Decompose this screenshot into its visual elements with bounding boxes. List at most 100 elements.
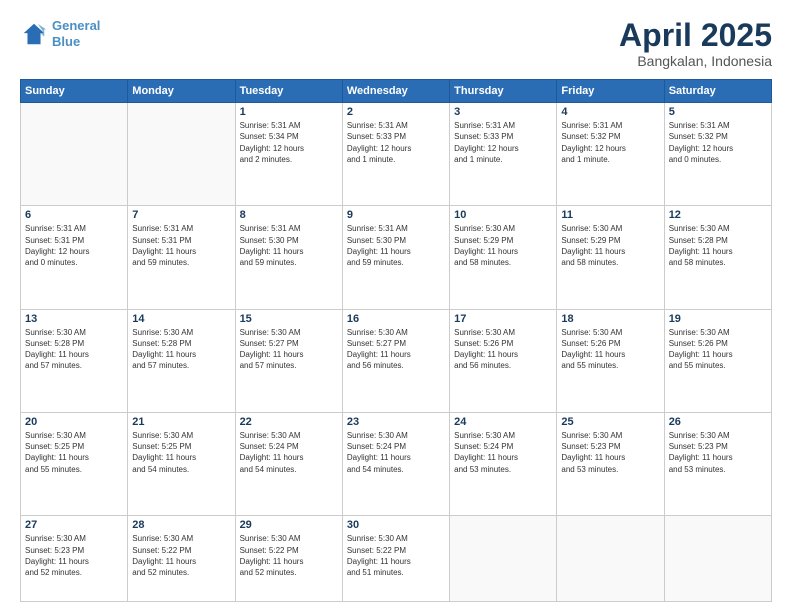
calendar-day-cell: 10 Sunrise: 5:30 AMSunset: 5:29 PMDayligh… bbox=[450, 206, 557, 309]
day-number: 9 bbox=[347, 209, 445, 221]
calendar-day-cell: 26 Sunrise: 5:30 AMSunset: 5:23 PMDayligh… bbox=[664, 413, 771, 516]
logo-blue: Blue bbox=[52, 34, 80, 49]
logo: General Blue bbox=[20, 18, 100, 49]
calendar-body: 1 Sunrise: 5:31 AMSunset: 5:34 PMDaylight… bbox=[21, 103, 772, 602]
calendar-day-cell bbox=[664, 516, 771, 602]
day-number: 4 bbox=[561, 106, 659, 118]
day-number: 24 bbox=[454, 416, 552, 428]
day-number: 26 bbox=[669, 416, 767, 428]
calendar-day-cell: 8 Sunrise: 5:31 AMSunset: 5:30 PMDaylight… bbox=[235, 206, 342, 309]
calendar-day-cell bbox=[21, 103, 128, 206]
day-number: 3 bbox=[454, 106, 552, 118]
day-info: Sunrise: 5:31 AMSunset: 5:33 PMDaylight:… bbox=[454, 120, 552, 165]
day-number: 14 bbox=[132, 313, 230, 325]
day-number: 12 bbox=[669, 209, 767, 221]
calendar-day-cell: 16 Sunrise: 5:30 AMSunset: 5:27 PMDayligh… bbox=[342, 309, 449, 412]
day-number: 19 bbox=[669, 313, 767, 325]
day-number: 17 bbox=[454, 313, 552, 325]
weekday-header-row: SundayMondayTuesdayWednesdayThursdayFrid… bbox=[21, 80, 772, 103]
day-info: Sunrise: 5:30 AMSunset: 5:24 PMDaylight:… bbox=[347, 430, 445, 475]
page: General Blue April 2025 Bangkalan, Indon… bbox=[0, 0, 792, 612]
day-info: Sunrise: 5:30 AMSunset: 5:26 PMDaylight:… bbox=[669, 327, 767, 372]
calendar-week-row: 1 Sunrise: 5:31 AMSunset: 5:34 PMDaylight… bbox=[21, 103, 772, 206]
logo-general: General bbox=[52, 18, 100, 33]
day-number: 5 bbox=[669, 106, 767, 118]
calendar-day-cell: 20 Sunrise: 5:30 AMSunset: 5:25 PMDayligh… bbox=[21, 413, 128, 516]
day-info: Sunrise: 5:31 AMSunset: 5:32 PMDaylight:… bbox=[669, 120, 767, 165]
calendar-day-cell: 5 Sunrise: 5:31 AMSunset: 5:32 PMDaylight… bbox=[664, 103, 771, 206]
day-info: Sunrise: 5:30 AMSunset: 5:25 PMDaylight:… bbox=[25, 430, 123, 475]
day-number: 8 bbox=[240, 209, 338, 221]
calendar-day-cell: 14Sunrise: 5:30 AMSunset: 5:28 PMDayligh… bbox=[128, 309, 235, 412]
calendar-day-cell: 25Sunrise: 5:30 AMSunset: 5:23 PMDayligh… bbox=[557, 413, 664, 516]
day-info: Sunrise: 5:30 AMSunset: 5:22 PMDaylight:… bbox=[132, 533, 230, 578]
calendar-day-cell: 30Sunrise: 5:30 AMSunset: 5:22 PMDayligh… bbox=[342, 516, 449, 602]
weekday-header: Wednesday bbox=[342, 80, 449, 103]
calendar-day-cell: 17 Sunrise: 5:30 AMSunset: 5:26 PMDayligh… bbox=[450, 309, 557, 412]
logo-text: General Blue bbox=[52, 18, 100, 49]
day-number: 6 bbox=[25, 209, 123, 221]
day-number: 28 bbox=[132, 519, 230, 531]
weekday-header: Saturday bbox=[664, 80, 771, 103]
calendar-day-cell bbox=[128, 103, 235, 206]
day-info: Sunrise: 5:31 AMSunset: 5:34 PMDaylight:… bbox=[240, 120, 338, 165]
calendar-week-row: 6 Sunrise: 5:31 AMSunset: 5:31 PMDaylight… bbox=[21, 206, 772, 309]
header: General Blue April 2025 Bangkalan, Indon… bbox=[20, 18, 772, 69]
title-block: April 2025 Bangkalan, Indonesia bbox=[619, 18, 772, 69]
day-info: Sunrise: 5:30 AMSunset: 5:29 PMDaylight:… bbox=[561, 223, 659, 268]
day-number: 2 bbox=[347, 106, 445, 118]
calendar-week-row: 13 Sunrise: 5:30 AMSunset: 5:28 PMDayligh… bbox=[21, 309, 772, 412]
calendar-week-row: 20 Sunrise: 5:30 AMSunset: 5:25 PMDayligh… bbox=[21, 413, 772, 516]
logo-icon bbox=[20, 20, 48, 48]
calendar-day-cell: 29Sunrise: 5:30 AMSunset: 5:22 PMDayligh… bbox=[235, 516, 342, 602]
day-number: 15 bbox=[240, 313, 338, 325]
day-info: Sunrise: 5:31 AMSunset: 5:31 PMDaylight:… bbox=[132, 223, 230, 268]
calendar-day-cell: 4Sunrise: 5:31 AMSunset: 5:32 PMDaylight… bbox=[557, 103, 664, 206]
day-info: Sunrise: 5:30 AMSunset: 5:23 PMDaylight:… bbox=[25, 533, 123, 578]
calendar-day-cell: 13 Sunrise: 5:30 AMSunset: 5:28 PMDayligh… bbox=[21, 309, 128, 412]
calendar-day-cell: 19 Sunrise: 5:30 AMSunset: 5:26 PMDayligh… bbox=[664, 309, 771, 412]
calendar-day-cell: 3 Sunrise: 5:31 AMSunset: 5:33 PMDaylight… bbox=[450, 103, 557, 206]
day-number: 11 bbox=[561, 209, 659, 221]
day-info: Sunrise: 5:30 AMSunset: 5:28 PMDaylight:… bbox=[669, 223, 767, 268]
calendar-day-cell: 21Sunrise: 5:30 AMSunset: 5:25 PMDayligh… bbox=[128, 413, 235, 516]
calendar-day-cell: 1 Sunrise: 5:31 AMSunset: 5:34 PMDaylight… bbox=[235, 103, 342, 206]
month-title: April 2025 bbox=[619, 18, 772, 53]
day-info: Sunrise: 5:30 AMSunset: 5:29 PMDaylight:… bbox=[454, 223, 552, 268]
day-number: 21 bbox=[132, 416, 230, 428]
calendar-day-cell: 27 Sunrise: 5:30 AMSunset: 5:23 PMDayligh… bbox=[21, 516, 128, 602]
day-info: Sunrise: 5:31 AMSunset: 5:33 PMDaylight:… bbox=[347, 120, 445, 165]
day-number: 16 bbox=[347, 313, 445, 325]
calendar-day-cell: 22Sunrise: 5:30 AMSunset: 5:24 PMDayligh… bbox=[235, 413, 342, 516]
weekday-header: Tuesday bbox=[235, 80, 342, 103]
day-info: Sunrise: 5:30 AMSunset: 5:26 PMDaylight:… bbox=[454, 327, 552, 372]
calendar-table: SundayMondayTuesdayWednesdayThursdayFrid… bbox=[20, 79, 772, 602]
calendar-day-cell: 23Sunrise: 5:30 AMSunset: 5:24 PMDayligh… bbox=[342, 413, 449, 516]
weekday-header: Thursday bbox=[450, 80, 557, 103]
day-number: 7 bbox=[132, 209, 230, 221]
calendar-day-cell: 7 Sunrise: 5:31 AMSunset: 5:31 PMDaylight… bbox=[128, 206, 235, 309]
location-subtitle: Bangkalan, Indonesia bbox=[619, 53, 772, 69]
day-number: 30 bbox=[347, 519, 445, 531]
calendar-day-cell: 9 Sunrise: 5:31 AMSunset: 5:30 PMDaylight… bbox=[342, 206, 449, 309]
day-number: 20 bbox=[25, 416, 123, 428]
day-info: Sunrise: 5:30 AMSunset: 5:27 PMDaylight:… bbox=[347, 327, 445, 372]
day-info: Sunrise: 5:30 AMSunset: 5:23 PMDaylight:… bbox=[669, 430, 767, 475]
day-number: 25 bbox=[561, 416, 659, 428]
day-info: Sunrise: 5:31 AMSunset: 5:31 PMDaylight:… bbox=[25, 223, 123, 268]
day-number: 10 bbox=[454, 209, 552, 221]
day-number: 29 bbox=[240, 519, 338, 531]
day-info: Sunrise: 5:30 AMSunset: 5:28 PMDaylight:… bbox=[25, 327, 123, 372]
day-info: Sunrise: 5:31 AMSunset: 5:30 PMDaylight:… bbox=[347, 223, 445, 268]
calendar-day-cell bbox=[557, 516, 664, 602]
calendar-day-cell: 18Sunrise: 5:30 AMSunset: 5:26 PMDayligh… bbox=[557, 309, 664, 412]
calendar-day-cell: 2 Sunrise: 5:31 AMSunset: 5:33 PMDaylight… bbox=[342, 103, 449, 206]
day-number: 1 bbox=[240, 106, 338, 118]
day-info: Sunrise: 5:31 AMSunset: 5:30 PMDaylight:… bbox=[240, 223, 338, 268]
day-number: 22 bbox=[240, 416, 338, 428]
day-info: Sunrise: 5:30 AMSunset: 5:26 PMDaylight:… bbox=[561, 327, 659, 372]
day-number: 13 bbox=[25, 313, 123, 325]
day-info: Sunrise: 5:30 AMSunset: 5:27 PMDaylight:… bbox=[240, 327, 338, 372]
day-number: 27 bbox=[25, 519, 123, 531]
calendar-day-cell: 15 Sunrise: 5:30 AMSunset: 5:27 PMDayligh… bbox=[235, 309, 342, 412]
